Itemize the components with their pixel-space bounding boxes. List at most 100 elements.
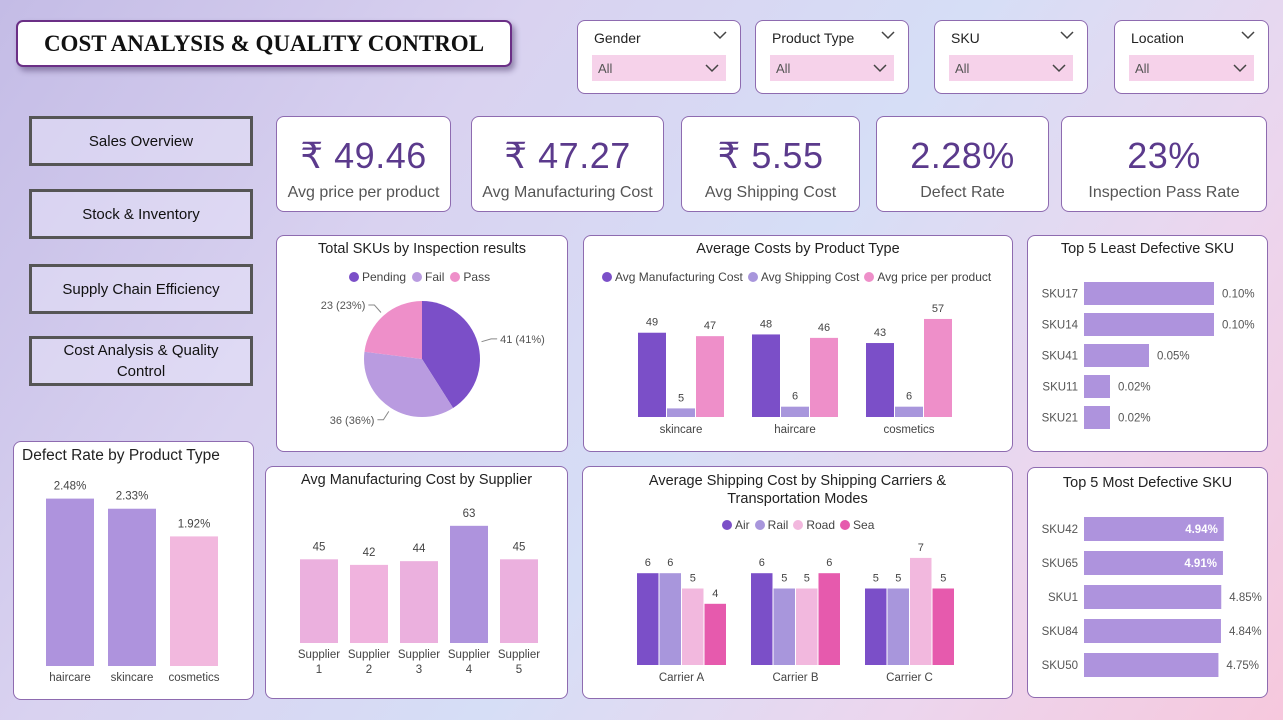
pie-data-label: 41 (41%) — [500, 334, 545, 346]
bar — [1084, 619, 1221, 643]
bar-data-label: 4 — [712, 588, 718, 600]
kpi-value: 2.28% — [910, 135, 1015, 176]
bar — [895, 406, 923, 417]
bar-data-label: 49 — [646, 317, 658, 329]
bar-data-label: 6 — [667, 557, 673, 569]
bar — [500, 559, 538, 643]
x-tick-label: Supplier — [348, 649, 390, 661]
bar — [46, 498, 94, 666]
bar-data-label: 45 — [513, 541, 526, 553]
filter-dropdown[interactable]: All — [949, 55, 1073, 81]
bar — [932, 588, 954, 665]
bar-data-label: 44 — [413, 543, 426, 555]
chevron-down-icon[interactable] — [712, 28, 728, 42]
nav-stock-inventory[interactable]: Stock & Inventory — [29, 189, 253, 239]
bar-data-label: 57 — [932, 303, 944, 315]
bar-data-label: 42 — [363, 547, 376, 559]
kpi-avg-shipping-cost: ₹ 5.55 Avg Shipping Cost — [681, 116, 860, 212]
bar — [1084, 282, 1214, 305]
y-tick-label: SKU41 — [1042, 351, 1078, 363]
y-tick-label: SKU84 — [1042, 626, 1079, 638]
bar-data-label: 0.10% — [1222, 289, 1255, 301]
bar-data-label: 48 — [760, 318, 772, 330]
chevron-down-icon — [1233, 64, 1247, 73]
bar-data-label: 7 — [918, 542, 924, 554]
filter-location[interactable]: Location All — [1114, 20, 1269, 94]
filter-dropdown[interactable]: All — [592, 55, 726, 81]
shipping-cost-chart: 6 6 5 4 Carrier A 6 5 5 6 Carrier B 5 5 7 5 Carrier C — [637, 542, 954, 684]
bar-data-label: 0.02% — [1118, 382, 1151, 394]
nav-supply-chain-efficiency[interactable]: Supply Chain Efficiency — [29, 264, 253, 314]
y-tick-label: SKU50 — [1042, 660, 1078, 672]
bar — [1084, 585, 1222, 609]
bar-data-label: 2.33% — [116, 491, 149, 503]
pie-chart-card: Total SKUs by Inspection results Pending… — [276, 235, 568, 452]
chevron-down-icon[interactable] — [880, 28, 896, 42]
least-defective-chart: SKU17 0.10% SKU14 0.10% SKU41 0.05% SKU11 0.02%… — [1042, 282, 1255, 429]
x-tick-label: skincare — [660, 424, 703, 436]
bar — [1084, 375, 1110, 398]
supplier-cost-chart: 45Supplier142Supplier244Supplier363Suppl… — [298, 508, 540, 676]
x-tick-label: 5 — [516, 664, 522, 676]
kpi-label: Inspection Pass Rate — [1088, 184, 1240, 201]
kpi-avg-price: ₹ 49.46 Avg price per product — [276, 116, 451, 212]
chevron-down-icon[interactable] — [1059, 28, 1075, 42]
nav-sales-overview[interactable]: Sales Overview — [29, 116, 253, 166]
bar-data-label: 2.48% — [54, 481, 87, 493]
filter-gender[interactable]: Gender All — [577, 20, 741, 94]
bar — [704, 603, 726, 665]
page-title: COST ANALYSIS & QUALITY CONTROL — [16, 20, 512, 67]
x-tick-label: Supplier — [448, 649, 490, 661]
x-tick-label: 1 — [316, 664, 322, 676]
x-tick-label: skincare — [111, 672, 154, 684]
bar-data-label: 5 — [873, 573, 879, 585]
nav-cost-analysis-quality-control[interactable]: Cost Analysis & Quality Control — [29, 336, 253, 386]
y-tick-label: SKU42 — [1042, 524, 1078, 536]
filter-product-type[interactable]: Product Type All — [755, 20, 909, 94]
kpi-avg-manufacturing-cost: ₹ 47.27 Avg Manufacturing Cost — [471, 116, 664, 212]
bar-data-label: 4.75% — [1226, 660, 1259, 672]
supplier-cost-card: Avg Manufacturing Cost by Supplier 45 Sup… — [265, 466, 568, 699]
filter-label: SKU — [951, 30, 980, 46]
filter-dropdown[interactable]: All — [1129, 55, 1254, 81]
filter-value: All — [1135, 61, 1150, 76]
bar-data-label: 4.85% — [1229, 592, 1262, 604]
bar — [400, 561, 438, 643]
chevron-down-icon — [1052, 64, 1066, 73]
bar — [637, 573, 659, 665]
bar — [773, 588, 795, 665]
defect-rate-card: Defect Rate by Product Type 2.48% haircar… — [13, 441, 254, 700]
bar-data-label: 4.91% — [1184, 558, 1217, 570]
filter-label: Product Type — [772, 30, 855, 46]
pie-chart: 41 (41%) 36 (36%) 23 (23%) — [321, 300, 545, 427]
bar — [865, 588, 887, 665]
bar — [1084, 406, 1110, 429]
bar — [638, 332, 666, 417]
pie-leader-line — [481, 338, 498, 343]
chevron-down-icon[interactable] — [1240, 28, 1256, 42]
chevron-down-icon — [873, 64, 887, 73]
bar — [682, 588, 704, 665]
pie-data-label: 36 (36%) — [330, 415, 375, 427]
y-tick-label: SKU17 — [1042, 289, 1078, 301]
bar-data-label: 1.92% — [178, 518, 211, 530]
x-tick-label: Carrier B — [772, 672, 818, 684]
bar — [300, 559, 338, 643]
bar-data-label: 4.84% — [1229, 626, 1262, 638]
bar-data-label: 6 — [826, 557, 832, 569]
shipping-cost-card: Average Shipping Cost by Shipping Carrie… — [582, 466, 1013, 699]
x-tick-label: haircare — [774, 424, 816, 436]
bar-data-label: 4.94% — [1185, 524, 1218, 536]
filter-sku[interactable]: SKU All — [934, 20, 1088, 94]
bar-data-label: 5 — [690, 573, 696, 585]
y-tick-label: SKU11 — [1042, 382, 1078, 394]
filter-dropdown[interactable]: All — [770, 55, 894, 81]
avg-costs-chart-card: Average Costs by Product Type Avg Manufa… — [583, 235, 1013, 452]
defect-rate-chart: 2.48% haircare 2.33% skincare 1.92% cosmetics — [46, 481, 220, 684]
kpi-value: 23% — [1127, 135, 1201, 176]
bar-data-label: 5 — [895, 573, 901, 585]
filter-value: All — [598, 61, 613, 76]
bar — [810, 337, 838, 417]
kpi-value: ₹ 5.55 — [717, 135, 824, 176]
pie-leader-line — [377, 411, 390, 421]
